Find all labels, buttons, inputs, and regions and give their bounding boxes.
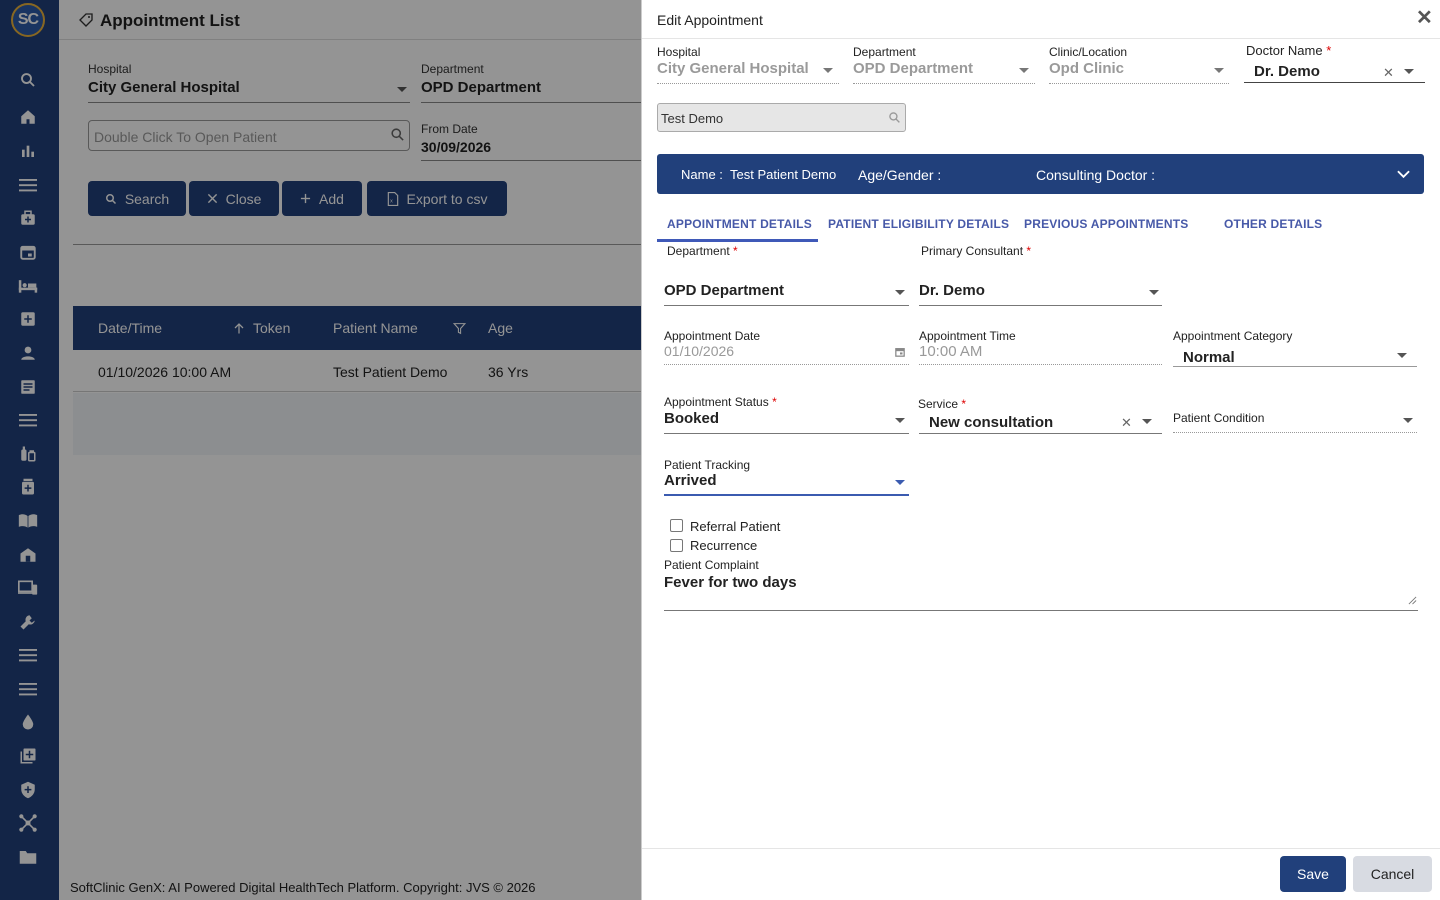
condition-dotline[interactable]	[1173, 432, 1417, 433]
patient-info-banner[interactable]: Name : Test Patient Demo Age/Gender : Co…	[657, 154, 1424, 194]
complaint-textarea[interactable]: Fever for two days	[664, 574, 797, 591]
banner-name-label: Name :	[681, 167, 723, 182]
service-underline	[919, 433, 1162, 434]
chevron-down-icon[interactable]	[895, 418, 905, 423]
modal-header-divider	[642, 38, 1440, 39]
complaint-underline	[664, 610, 1418, 611]
status-label: Appointment Status *	[664, 395, 777, 409]
chevron-down-icon[interactable]	[1403, 418, 1413, 423]
clinic-dotline	[1049, 83, 1229, 84]
banner-name-value: Test Patient Demo	[730, 167, 837, 182]
clear-icon[interactable]: ✕	[1383, 65, 1394, 81]
complaint-label: Patient Complaint	[664, 558, 759, 572]
doctor-underline	[1244, 82, 1425, 83]
modal-hospital-select: City General Hospital	[657, 60, 809, 77]
appt-time-label: Appointment Time	[919, 329, 1016, 343]
chevron-down-icon	[823, 68, 833, 73]
cancel-button[interactable]: Cancel	[1353, 856, 1432, 892]
chevron-down-icon	[1214, 68, 1224, 73]
modal-hospital-label: Hospital	[657, 45, 701, 59]
appt-date-label: Appointment Date	[664, 329, 761, 343]
chevron-down-icon[interactable]	[1149, 290, 1159, 295]
category-select[interactable]: Normal	[1183, 349, 1235, 366]
hospital-dotline	[657, 83, 839, 84]
category-underline	[1173, 366, 1417, 367]
appt-time-field: 10:00 AM	[919, 343, 983, 360]
referral-checkbox[interactable]	[670, 519, 683, 532]
tab-patient-eligibility[interactable]: PATIENT ELIGIBILITY DETAILS	[828, 217, 1009, 231]
status-select[interactable]: Booked	[664, 410, 719, 427]
tracking-select[interactable]: Arrived	[664, 472, 717, 489]
close-icon[interactable]: ✕	[1416, 5, 1433, 30]
resize-handle-icon[interactable]	[1408, 596, 1417, 605]
form-consultant-underline	[919, 305, 1162, 306]
save-button[interactable]: Save	[1280, 856, 1346, 892]
chevron-down-icon[interactable]	[895, 290, 905, 295]
tab-other-details[interactable]: OTHER DETAILS	[1224, 217, 1322, 231]
form-consultant-label: Primary Consultant *	[921, 244, 1032, 258]
search-icon[interactable]	[888, 111, 901, 124]
modal-doctor-select[interactable]: Dr. Demo	[1254, 63, 1320, 80]
modal-footer-divider	[642, 848, 1440, 849]
banner-consulting-label: Consulting Doctor :	[1036, 167, 1156, 183]
tab-appointment-details[interactable]: APPOINTMENT DETAILS	[667, 217, 812, 231]
modal-title: Edit Appointment	[657, 12, 763, 28]
tracking-underline	[664, 494, 909, 496]
modal-department-label: Department	[853, 45, 916, 59]
chevron-down-icon[interactable]	[1142, 419, 1152, 424]
form-department-select[interactable]: OPD Department	[664, 282, 784, 299]
modal-clinic-label: Clinic/Location	[1049, 45, 1128, 59]
chevron-down-icon[interactable]	[1397, 170, 1410, 179]
category-label: Appointment Category	[1173, 329, 1293, 343]
form-department-underline	[664, 305, 909, 306]
form-department-label: Department *	[667, 244, 738, 258]
status-underline	[664, 433, 909, 434]
chevron-down-icon[interactable]	[1397, 353, 1407, 358]
edit-appointment-modal: Edit Appointment ✕ Hospital City General…	[641, 0, 1440, 900]
banner-age-label: Age/Gender :	[858, 167, 942, 183]
tab-previous-appointments[interactable]: PREVIOUS APPOINTMENTS	[1024, 217, 1188, 231]
appt-date-field: 01/10/2026	[664, 343, 735, 359]
chevron-down-icon[interactable]	[1404, 69, 1414, 74]
chevron-down-icon	[1019, 68, 1029, 73]
modal-doctor-label: Doctor Name *	[1246, 43, 1332, 58]
modal-clinic-select: Opd Clinic	[1049, 60, 1124, 77]
tracking-label: Patient Tracking	[664, 458, 751, 472]
appt-date-dotline	[664, 364, 909, 365]
referral-label[interactable]: Referral Patient	[690, 519, 780, 534]
department-dotline	[853, 83, 1035, 84]
recurrence-label[interactable]: Recurrence	[690, 538, 757, 553]
recurrence-checkbox[interactable]	[670, 539, 683, 552]
chevron-down-icon[interactable]	[895, 480, 905, 485]
service-label: Service *	[918, 397, 967, 411]
patient-search-field[interactable]: Test Demo	[657, 103, 906, 132]
active-tab-indicator	[657, 239, 818, 242]
modal-department-select: OPD Department	[853, 60, 974, 77]
clear-icon[interactable]: ✕	[1121, 415, 1132, 431]
calendar-icon	[895, 348, 905, 357]
appt-time-dotline	[919, 364, 1162, 365]
service-select[interactable]: New consultation	[929, 414, 1053, 431]
form-consultant-select[interactable]: Dr. Demo	[919, 282, 985, 299]
condition-label: Patient Condition	[1173, 411, 1265, 425]
